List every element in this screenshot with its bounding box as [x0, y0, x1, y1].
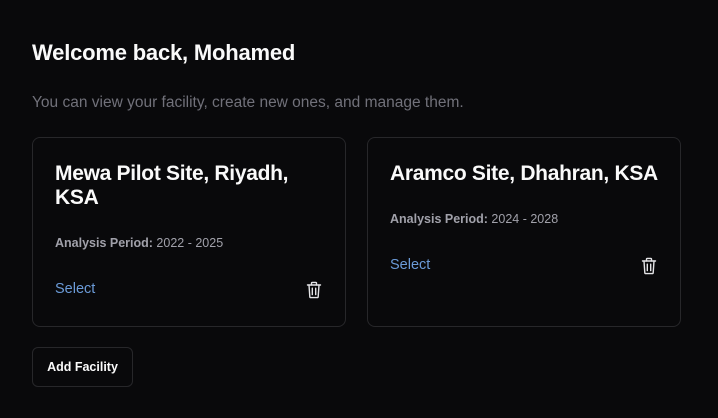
trash-icon[interactable] — [306, 281, 322, 299]
analysis-period-label: Analysis Period: — [390, 212, 488, 226]
page-subtitle: You can view your facility, create new o… — [32, 94, 464, 111]
select-facility-link[interactable]: Select — [55, 281, 95, 297]
facility-card: Mewa Pilot Site, Riyadh, KSA Analysis Pe… — [32, 137, 346, 327]
analysis-period: Analysis Period: 2024 - 2028 — [390, 212, 558, 226]
page-title: Welcome back, Mohamed — [32, 40, 296, 65]
trash-icon[interactable] — [641, 257, 657, 275]
add-facility-button[interactable]: Add Facility — [32, 347, 133, 387]
select-facility-link[interactable]: Select — [390, 257, 430, 273]
facility-card: Aramco Site, Dhahran, KSA Analysis Perio… — [367, 137, 681, 327]
analysis-period-value: 2022 - 2025 — [152, 236, 224, 250]
facility-name: Aramco Site, Dhahran, KSA — [390, 162, 658, 185]
facility-name: Mewa Pilot Site, Riyadh, KSA — [55, 162, 289, 209]
analysis-period: Analysis Period: 2022 - 2025 — [55, 236, 223, 250]
facility-dashboard: Welcome back, Mohamed You can view your … — [0, 0, 718, 418]
analysis-period-value: 2024 - 2028 — [487, 212, 559, 226]
analysis-period-label: Analysis Period: — [55, 236, 153, 250]
